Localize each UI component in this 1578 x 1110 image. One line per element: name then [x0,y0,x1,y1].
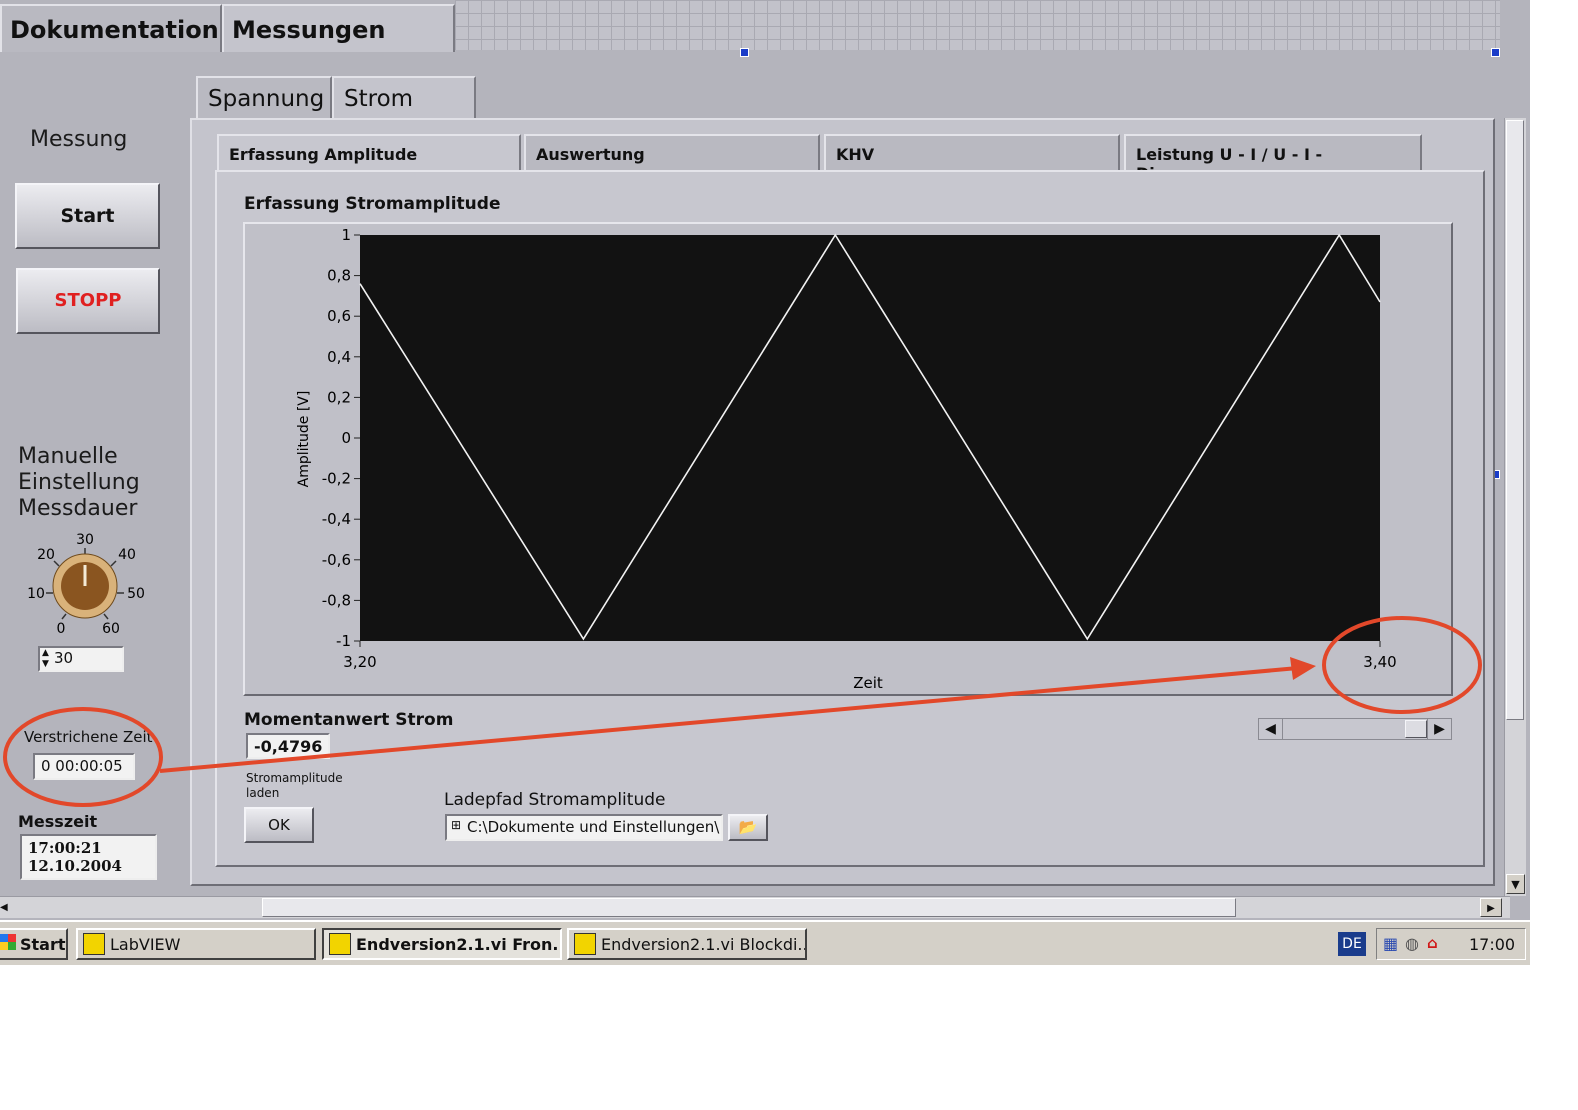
annotation-circle-elapsed [3,707,163,807]
annotation-overlay [3,616,1482,807]
annotation-arrow-head [1290,657,1316,680]
annotation-circle-x-end [1322,616,1482,714]
annotation-arrow-line [159,666,1299,773]
